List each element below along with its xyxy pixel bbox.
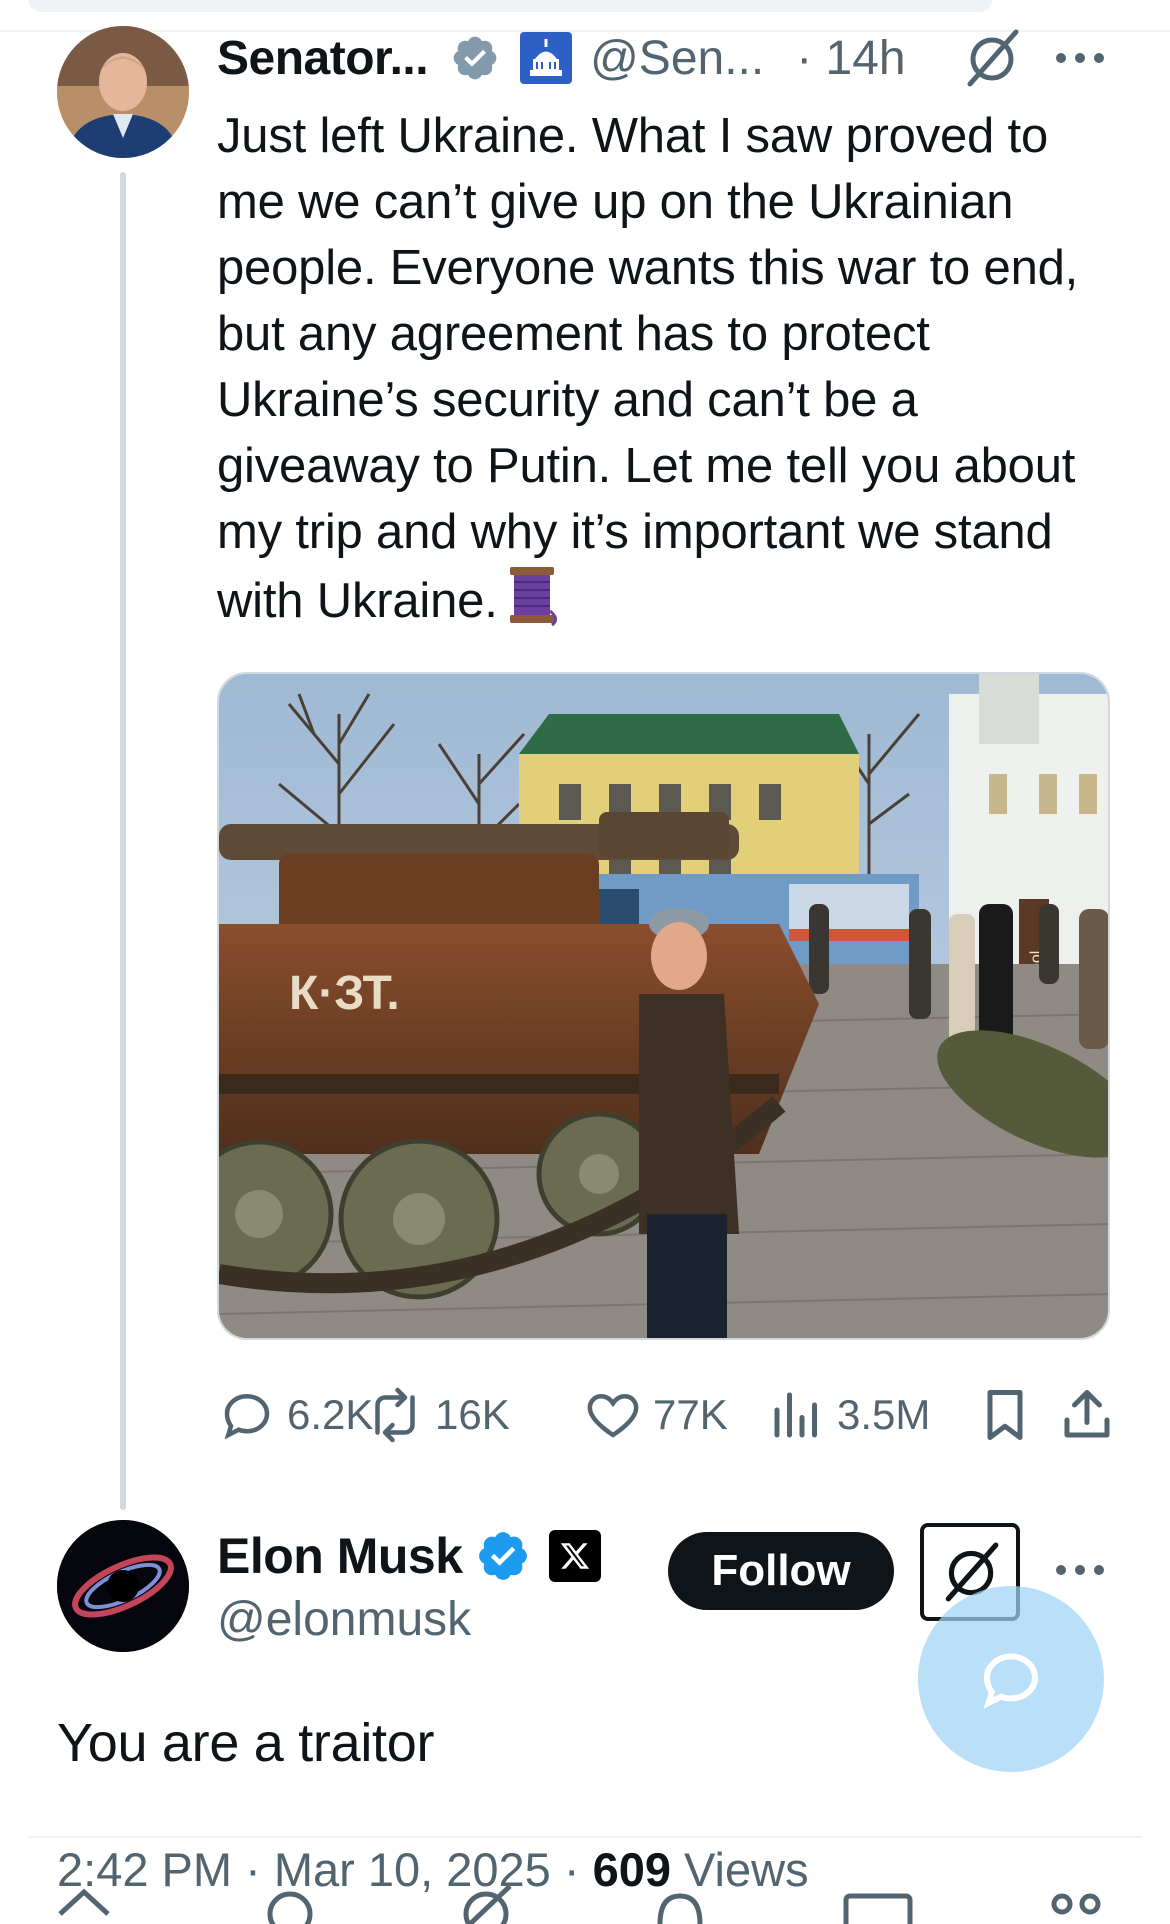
bookmark-action[interactable] — [975, 1380, 1035, 1450]
repost-icon — [375, 1387, 415, 1443]
search-bar-edge — [28, 0, 993, 12]
grok-icon[interactable] — [962, 28, 1020, 88]
reply-header: Elon Musk — [217, 1524, 601, 1588]
grok-icon[interactable] — [456, 1884, 520, 1924]
x-affiliate-icon — [548, 1530, 601, 1582]
capitol-icon — [520, 32, 573, 84]
tweet-text: Just left Ukraine. What I saw proved to … — [217, 103, 1117, 634]
divider — [28, 1836, 1142, 1838]
tank-photo-scene: Mariupol К·ЗТ. — [219, 674, 1108, 1338]
more-icon[interactable] — [1052, 1542, 1108, 1598]
reply-author-avatar[interactable] — [57, 1520, 189, 1652]
reply-action[interactable]: 6.2K — [217, 1380, 373, 1450]
tweet-photo[interactable]: Mariupol К·ЗТ. — [217, 672, 1110, 1340]
messages-icon[interactable] — [842, 1884, 914, 1924]
notifications-icon[interactable] — [648, 1884, 712, 1924]
heart-icon — [587, 1393, 639, 1438]
home-icon[interactable] — [52, 1884, 116, 1924]
reply-icon — [224, 1393, 270, 1440]
reply-count: 6.2K — [287, 1391, 374, 1438]
reply-author-handle[interactable]: @elonmusk — [217, 1592, 471, 1647]
repost-action[interactable]: 16K — [365, 1380, 510, 1450]
verified-badge-icon — [453, 36, 497, 80]
author-name[interactable]: Senator... — [217, 31, 429, 86]
like-count: 77K — [653, 1391, 728, 1438]
tweet-header: Senator... @Sen... · 14h — [217, 26, 906, 90]
tweet-actions: 6.2K 16K 77K 3.5M — [217, 1380, 1117, 1450]
search-icon[interactable] — [260, 1884, 324, 1924]
bookmark-icon — [987, 1390, 1023, 1440]
repost-count: 16K — [435, 1391, 510, 1438]
author-avatar[interactable] — [57, 26, 189, 158]
thread-spool-emoji — [509, 567, 557, 627]
reply-author-name[interactable]: Elon Musk — [217, 1527, 463, 1585]
verified-badge-icon — [478, 1532, 527, 1580]
like-action[interactable]: 77K — [583, 1380, 728, 1450]
bottom-nav — [0, 1884, 1170, 1924]
views-chart-icon — [774, 1392, 817, 1438]
tweet-timestamp[interactable]: · 14h — [796, 31, 905, 86]
author-handle[interactable]: @Sen... — [590, 31, 764, 86]
share-action[interactable] — [1057, 1380, 1117, 1450]
share-icon — [1064, 1390, 1110, 1438]
compose-reply-button[interactable] — [918, 1586, 1104, 1772]
communities-icon[interactable] — [1040, 1884, 1112, 1924]
views-action[interactable]: 3.5M — [767, 1380, 930, 1450]
more-icon[interactable] — [1052, 30, 1108, 86]
reply-text: You are a traitor — [57, 1713, 435, 1773]
compose-reply-icon — [983, 1653, 1039, 1709]
tank-graffiti: К·ЗТ. — [289, 967, 400, 1020]
views-count: 3.5M — [837, 1391, 931, 1438]
thread-line — [120, 172, 126, 1510]
tweet-text-body: Just left Ukraine. What I saw proved to … — [217, 109, 1079, 628]
follow-button[interactable]: Follow — [668, 1532, 894, 1610]
